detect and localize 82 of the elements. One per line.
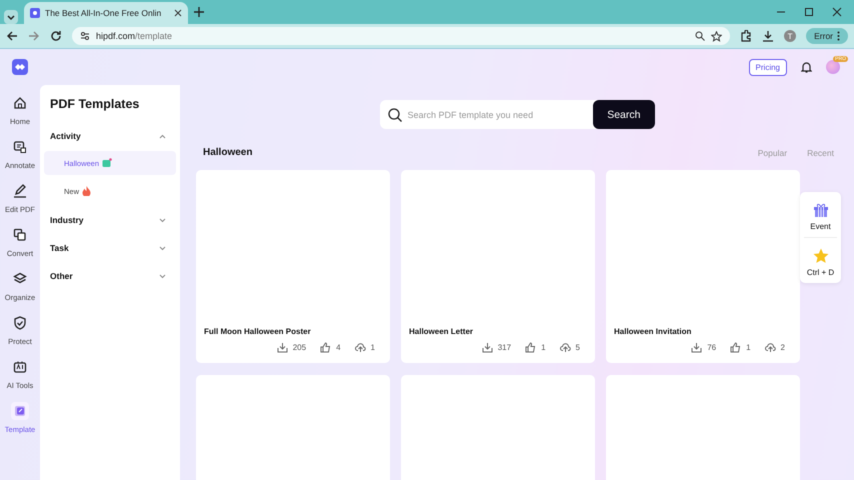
category-label: Activity <box>50 131 81 141</box>
browser-tab[interactable]: The Best All-In-One Free Onlin <box>24 2 188 24</box>
badge-icon <box>102 158 112 168</box>
tab-list-icon <box>4 10 18 24</box>
chevron-icon <box>159 134 166 138</box>
search-icon <box>388 108 402 122</box>
template-title: Full Moon Halloween Poster <box>203 327 312 336</box>
template-card[interactable]: Halloween Letter 317 1 5 <box>401 170 595 363</box>
app-logo[interactable] <box>12 59 28 75</box>
template-card[interactable] <box>606 375 800 480</box>
user-avatar[interactable] <box>826 60 840 74</box>
download-count: 76 <box>707 343 716 352</box>
pen-icon <box>12 184 27 198</box>
chevron-icon <box>159 274 166 278</box>
panel-title: PDF Templates <box>50 97 140 111</box>
bell-icon <box>801 61 812 73</box>
download-icon <box>762 30 774 42</box>
more-icon <box>837 31 840 41</box>
category-header[interactable]: Industry <box>44 213 176 227</box>
upload-icon <box>560 342 571 353</box>
shield-icon <box>12 316 27 330</box>
template-title: Halloween Letter <box>408 327 474 336</box>
like-count: 1 <box>541 343 546 352</box>
error-button[interactable]: Error <box>806 28 848 44</box>
robot-icon <box>12 360 27 374</box>
chat-icon <box>13 140 27 154</box>
category-header[interactable]: Other <box>44 269 176 283</box>
search-field[interactable]: Search PDF template you need Search <box>380 100 654 129</box>
close-icon <box>832 7 842 17</box>
bookmark-shortcut[interactable]: Ctrl + D <box>800 238 841 283</box>
upload-icon <box>354 342 366 353</box>
thumbs-up-icon <box>525 342 536 353</box>
url-text: hipdf.com/template <box>96 31 172 41</box>
template-card[interactable] <box>401 375 595 480</box>
pricing-button[interactable]: Pricing <box>748 58 787 76</box>
reload-icon <box>50 30 62 42</box>
layers-icon <box>13 272 27 286</box>
category-label: Task <box>50 243 69 253</box>
site-icon <box>30 8 40 18</box>
search-button[interactable]: Search <box>593 100 654 129</box>
profile-avatar[interactable]: T <box>784 30 796 42</box>
share-count: 2 <box>780 343 785 352</box>
template-title: Halloween Invitation <box>613 327 692 336</box>
logo-mark-icon <box>15 63 25 71</box>
address-bar[interactable]: hipdf.com/template <box>72 27 730 45</box>
download-count: 317 <box>498 343 512 352</box>
home-icon <box>12 96 27 110</box>
download-count: 205 <box>292 343 306 352</box>
category-header[interactable]: Task <box>44 241 176 255</box>
share-count: 5 <box>576 343 580 352</box>
template-card[interactable]: Halloween Invitation 76 1 2 <box>606 170 800 363</box>
bookmark-star-icon <box>711 30 722 42</box>
chevron-icon <box>159 246 166 250</box>
flame-icon <box>82 186 92 196</box>
template-card[interactable]: Full Moon Halloween Poster 205 4 1 <box>196 170 390 363</box>
download-icon <box>482 342 493 353</box>
chevron-icon <box>159 218 166 222</box>
gift-icon <box>812 202 828 218</box>
new-tab-icon <box>194 7 204 17</box>
zoom-icon <box>695 31 706 41</box>
share-count: 1 <box>370 343 375 352</box>
site-settings-icon <box>80 31 90 41</box>
extensions-icon <box>740 30 752 42</box>
category-label: Industry <box>50 215 84 225</box>
forward-icon <box>28 30 40 42</box>
download-icon <box>276 342 288 353</box>
section-title: Halloween <box>203 147 254 158</box>
back-icon <box>6 30 18 42</box>
thumbs-up-icon <box>730 342 742 353</box>
like-count: 1 <box>746 343 751 352</box>
maximize-icon <box>804 7 814 17</box>
event-button[interactable]: Event <box>800 192 841 237</box>
close-icon <box>174 9 182 17</box>
upload-icon <box>764 342 776 353</box>
download-icon <box>691 342 702 353</box>
copy-icon <box>12 228 27 242</box>
category-label: Other <box>50 271 73 281</box>
star-icon <box>812 248 828 264</box>
thumbs-up-icon <box>320 342 332 353</box>
category-header[interactable]: Activity <box>44 129 176 143</box>
template-icon <box>13 404 27 418</box>
like-count: 4 <box>336 343 341 352</box>
